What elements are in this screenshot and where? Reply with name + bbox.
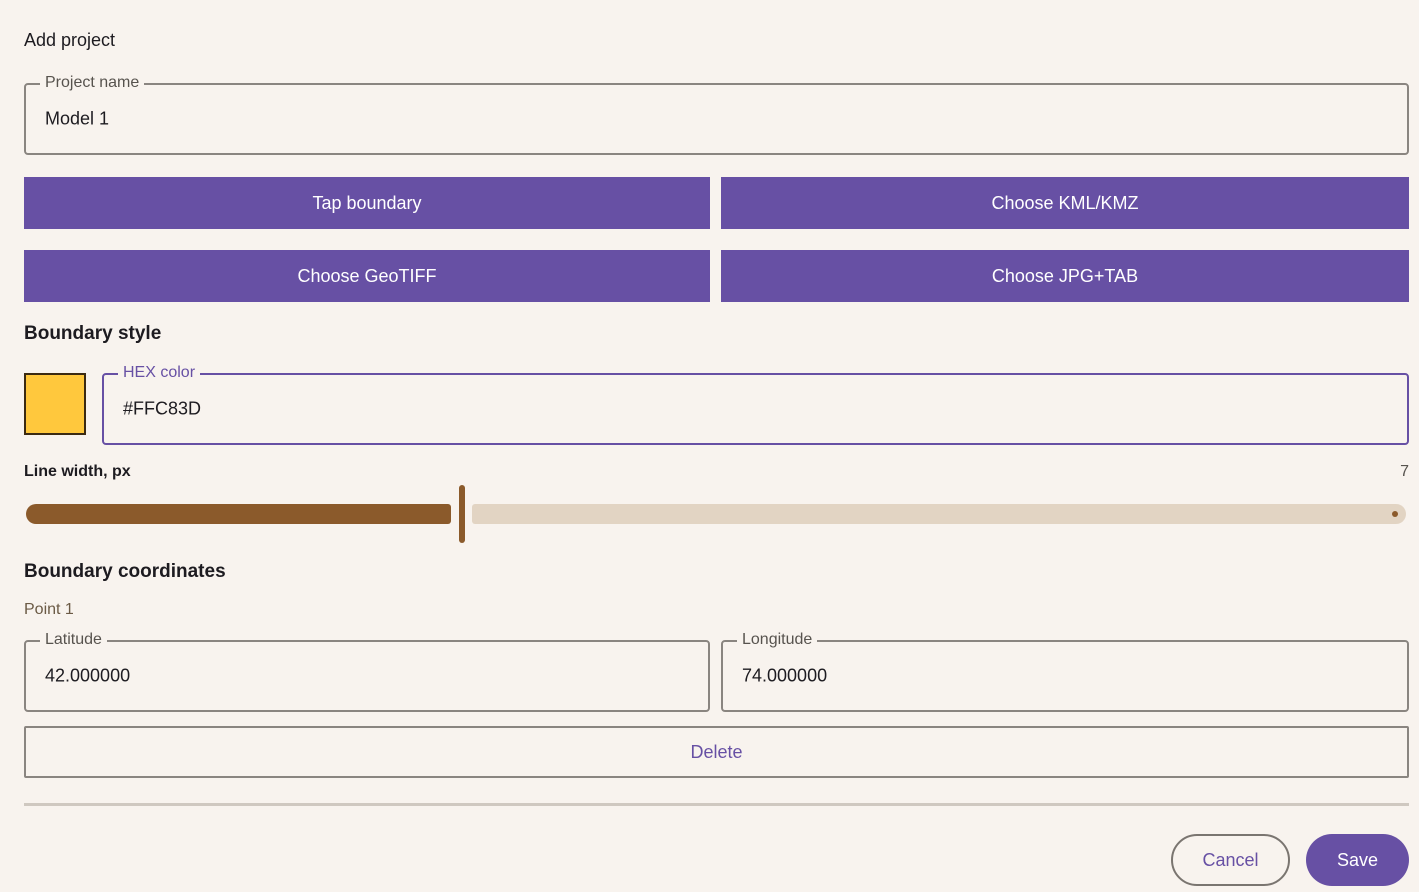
color-swatch[interactable] bbox=[24, 373, 86, 435]
latitude-label: Latitude bbox=[40, 631, 107, 649]
cancel-button[interactable]: Cancel bbox=[1171, 834, 1290, 886]
tap-boundary-button[interactable]: Tap boundary bbox=[24, 177, 710, 229]
boundary-coordinates-title: Boundary coordinates bbox=[24, 561, 226, 582]
choose-geotiff-button[interactable]: Choose GeoTIFF bbox=[24, 250, 710, 302]
line-width-label: Line width, px bbox=[24, 463, 131, 480]
slider-stop-indicator bbox=[1392, 511, 1398, 517]
line-width-value: 7 bbox=[1400, 463, 1409, 480]
hex-color-label: HEX color bbox=[118, 364, 201, 382]
point-label: Point 1 bbox=[24, 601, 74, 618]
latitude-value: 42.000000 bbox=[45, 665, 131, 686]
dialog-title: Add project bbox=[24, 30, 116, 50]
hex-color-field[interactable]: HEX color #FFC83D bbox=[102, 364, 1409, 445]
boundary-style-title: Boundary style bbox=[24, 323, 162, 344]
longitude-field[interactable]: Longitude 74.000000 bbox=[721, 631, 1409, 712]
project-name-value: Model 1 bbox=[45, 108, 110, 129]
slider-thumb[interactable] bbox=[459, 485, 465, 543]
divider bbox=[24, 803, 1409, 806]
choose-jpg-tab-button[interactable]: Choose JPG+TAB bbox=[721, 250, 1409, 302]
hex-color-value: #FFC83D bbox=[123, 398, 202, 419]
delete-point-button[interactable]: Delete bbox=[24, 726, 1409, 778]
slider-active-track[interactable] bbox=[26, 504, 451, 524]
choose-kml-kmz-button[interactable]: Choose KML/KMZ bbox=[721, 177, 1409, 229]
longitude-value: 74.000000 bbox=[742, 665, 828, 686]
project-name-field[interactable]: Project name Model 1 bbox=[24, 74, 1409, 155]
project-name-label: Project name bbox=[40, 74, 145, 92]
slider-inactive-track[interactable] bbox=[472, 504, 1406, 524]
latitude-field[interactable]: Latitude 42.000000 bbox=[24, 631, 710, 712]
longitude-label: Longitude bbox=[737, 631, 818, 649]
save-button[interactable]: Save bbox=[1306, 834, 1409, 886]
